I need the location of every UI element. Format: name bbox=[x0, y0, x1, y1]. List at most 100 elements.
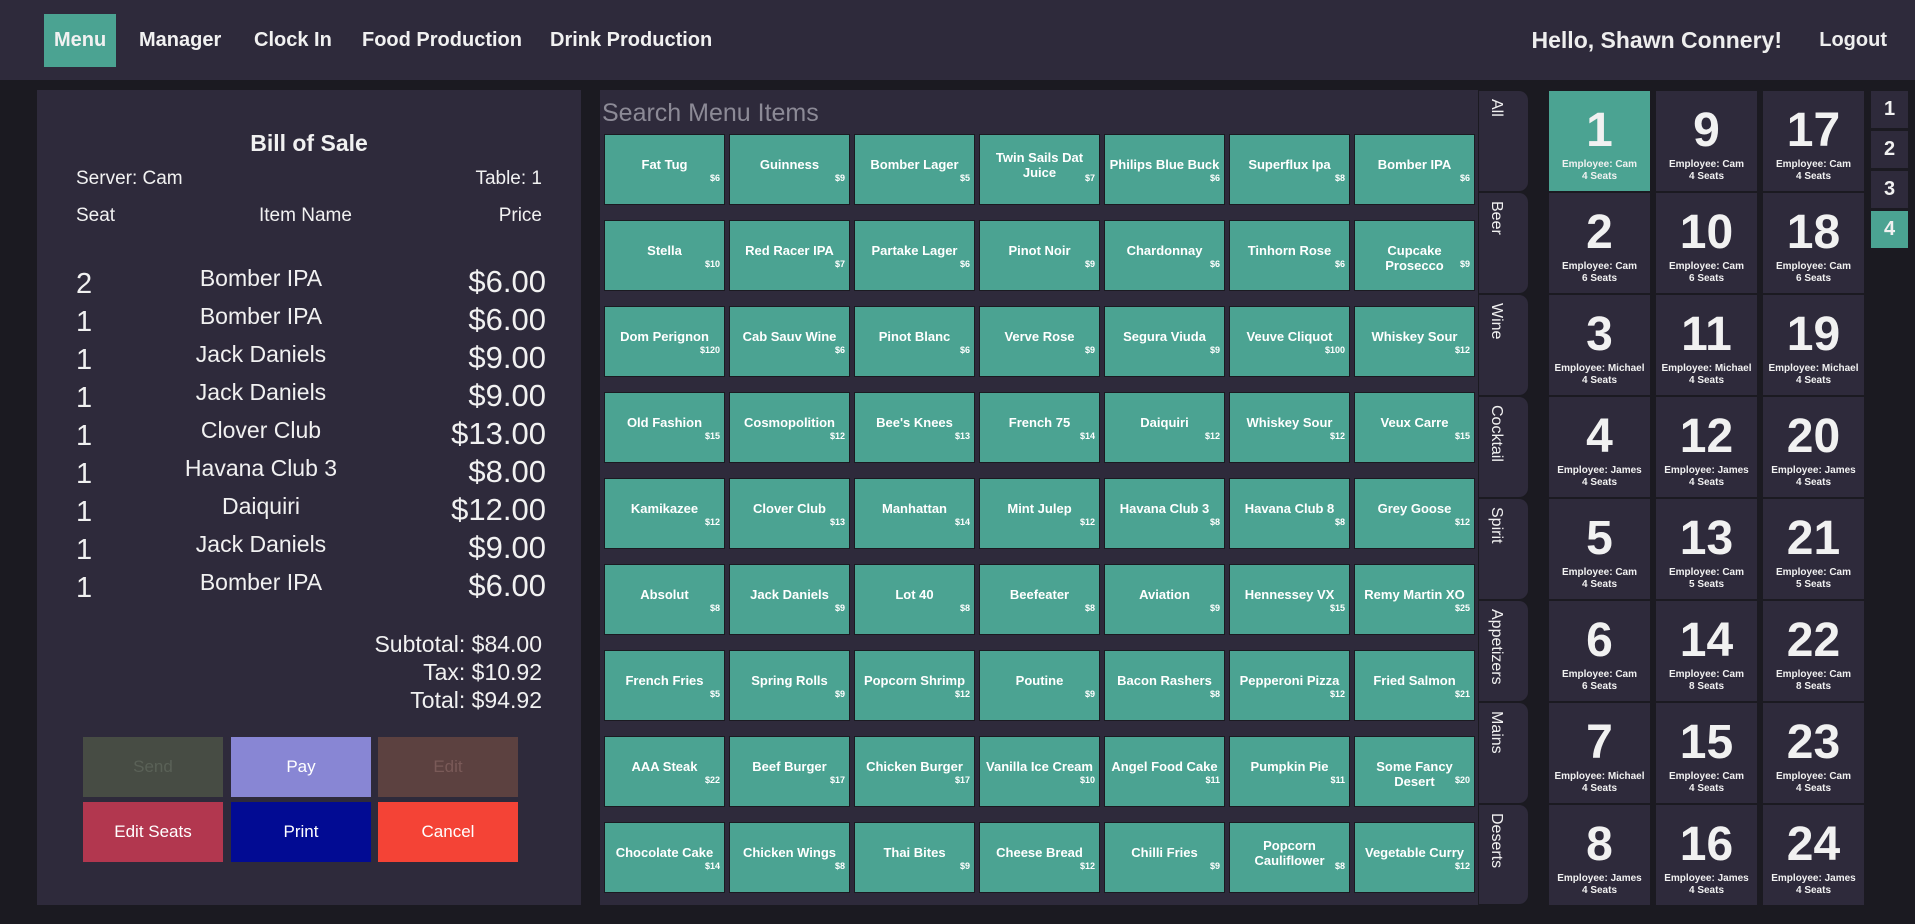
menu-item-button[interactable]: Fried Salmon $21 bbox=[1354, 650, 1475, 721]
table-page-tab[interactable]: 1 bbox=[1871, 91, 1908, 128]
menu-item-button[interactable]: Guinness $9 bbox=[729, 134, 850, 205]
nav-food-production[interactable]: Food Production bbox=[362, 14, 522, 67]
menu-item-button[interactable]: Chicken Burger $17 bbox=[854, 736, 975, 807]
menu-item-button[interactable]: Pinot Blanc $6 bbox=[854, 306, 975, 377]
menu-item-button[interactable]: Red Racer IPA $7 bbox=[729, 220, 850, 291]
table-button[interactable]: 16 Employee: James 4 Seats bbox=[1655, 804, 1758, 906]
menu-item-button[interactable]: Cosmopolition $12 bbox=[729, 392, 850, 463]
table-button[interactable]: 22 Employee: Cam 8 Seats bbox=[1762, 600, 1865, 702]
menu-item-button[interactable]: Havana Club 3 $8 bbox=[1104, 478, 1225, 549]
table-button[interactable]: 8 Employee: James 4 Seats bbox=[1548, 804, 1651, 906]
table-button[interactable]: 13 Employee: Cam 5 Seats bbox=[1655, 498, 1758, 600]
menu-item-button[interactable]: Veux Carre $15 bbox=[1354, 392, 1475, 463]
menu-item-button[interactable]: Spring Rolls $9 bbox=[729, 650, 850, 721]
table-button[interactable]: 5 Employee: Cam 4 Seats bbox=[1548, 498, 1651, 600]
menu-item-button[interactable]: Grey Goose $12 bbox=[1354, 478, 1475, 549]
table-button[interactable]: 4 Employee: James 4 Seats bbox=[1548, 396, 1651, 498]
menu-item-button[interactable]: Chocolate Cake $14 bbox=[604, 822, 725, 893]
menu-item-button[interactable]: Beefeater $8 bbox=[979, 564, 1100, 635]
table-page-tab[interactable]: 2 bbox=[1871, 131, 1908, 168]
menu-item-button[interactable]: Pepperoni Pizza $12 bbox=[1229, 650, 1350, 721]
menu-item-button[interactable]: Hennessey VX $15 bbox=[1229, 564, 1350, 635]
bill-item-row[interactable]: 1 Jack Daniels $9.00 bbox=[76, 336, 546, 377]
menu-item-button[interactable]: Angel Food Cake $11 bbox=[1104, 736, 1225, 807]
table-button[interactable]: 10 Employee: Cam 6 Seats bbox=[1655, 192, 1758, 294]
menu-item-button[interactable]: Bomber IPA $6 bbox=[1354, 134, 1475, 205]
table-button[interactable]: 19 Employee: Michael 4 Seats bbox=[1762, 294, 1865, 396]
menu-item-button[interactable]: Cupcake Prosecco $9 bbox=[1354, 220, 1475, 291]
category-tab-beer[interactable]: Beer bbox=[1478, 192, 1529, 294]
menu-item-button[interactable]: AAA Steak $22 bbox=[604, 736, 725, 807]
menu-item-button[interactable]: Chilli Fries $9 bbox=[1104, 822, 1225, 893]
menu-item-button[interactable]: Aviation $9 bbox=[1104, 564, 1225, 635]
menu-item-button[interactable]: Remy Martin XO $25 bbox=[1354, 564, 1475, 635]
menu-item-button[interactable]: Pinot Noir $9 bbox=[979, 220, 1100, 291]
logout-link[interactable]: Logout bbox=[1819, 14, 1887, 67]
menu-item-button[interactable]: Chicken Wings $8 bbox=[729, 822, 850, 893]
category-tab-all[interactable]: All bbox=[1478, 90, 1529, 192]
table-button[interactable]: 21 Employee: Cam 5 Seats bbox=[1762, 498, 1865, 600]
table-page-tab[interactable]: 4 bbox=[1871, 211, 1908, 248]
menu-item-button[interactable]: Vegetable Curry $12 bbox=[1354, 822, 1475, 893]
menu-item-button[interactable]: Fat Tug $6 bbox=[604, 134, 725, 205]
menu-item-button[interactable]: French Fries $5 bbox=[604, 650, 725, 721]
menu-item-button[interactable]: Thai Bites $9 bbox=[854, 822, 975, 893]
menu-item-button[interactable]: Poutine $9 bbox=[979, 650, 1100, 721]
menu-item-button[interactable]: Whiskey Sour $12 bbox=[1354, 306, 1475, 377]
bill-item-row[interactable]: 1 Bomber IPA $6.00 bbox=[76, 564, 546, 605]
table-button[interactable]: 14 Employee: Cam 8 Seats bbox=[1655, 600, 1758, 702]
menu-item-button[interactable]: Veuve Cliquot $100 bbox=[1229, 306, 1350, 377]
menu-item-button[interactable]: Segura Viuda $9 bbox=[1104, 306, 1225, 377]
menu-item-button[interactable]: Kamikazee $12 bbox=[604, 478, 725, 549]
category-tab-deserts[interactable]: Deserts bbox=[1478, 804, 1529, 905]
table-button[interactable]: 15 Employee: Cam 4 Seats bbox=[1655, 702, 1758, 804]
menu-item-button[interactable]: Chardonnay $6 bbox=[1104, 220, 1225, 291]
bill-item-row[interactable]: 1 Jack Daniels $9.00 bbox=[76, 526, 546, 567]
category-tab-cocktail[interactable]: Cocktail bbox=[1478, 396, 1529, 498]
nav-manager[interactable]: Manager bbox=[139, 14, 221, 67]
bill-item-row[interactable]: 1 Clover Club $13.00 bbox=[76, 412, 546, 453]
table-button[interactable]: 1 Employee: Cam 4 Seats bbox=[1548, 90, 1651, 192]
table-button[interactable]: 12 Employee: James 4 Seats bbox=[1655, 396, 1758, 498]
category-tab-appetizers[interactable]: Appetizers bbox=[1478, 600, 1529, 702]
menu-item-button[interactable]: Some Fancy Desert $20 bbox=[1354, 736, 1475, 807]
menu-item-button[interactable]: Bacon Rashers $8 bbox=[1104, 650, 1225, 721]
menu-item-button[interactable]: Jack Daniels $9 bbox=[729, 564, 850, 635]
menu-item-button[interactable]: Pumpkin Pie $11 bbox=[1229, 736, 1350, 807]
menu-item-button[interactable]: Superflux Ipa $8 bbox=[1229, 134, 1350, 205]
menu-item-button[interactable]: Absolut $8 bbox=[604, 564, 725, 635]
bill-item-row[interactable]: 1 Bomber IPA $6.00 bbox=[76, 298, 546, 339]
menu-item-button[interactable]: Verve Rose $9 bbox=[979, 306, 1100, 377]
nav-drink-production[interactable]: Drink Production bbox=[550, 14, 712, 67]
menu-item-button[interactable]: Cheese Bread $12 bbox=[979, 822, 1100, 893]
table-button[interactable]: 24 Employee: James 4 Seats bbox=[1762, 804, 1865, 906]
table-button[interactable]: 7 Employee: Michael 4 Seats bbox=[1548, 702, 1651, 804]
menu-item-button[interactable]: Whiskey Sour $12 bbox=[1229, 392, 1350, 463]
bill-item-row[interactable]: 1 Havana Club 3 $8.00 bbox=[76, 450, 546, 491]
menu-item-button[interactable]: Beef Burger $17 bbox=[729, 736, 850, 807]
menu-item-button[interactable]: Daiquiri $12 bbox=[1104, 392, 1225, 463]
table-button[interactable]: 3 Employee: Michael 4 Seats bbox=[1548, 294, 1651, 396]
category-tab-wine[interactable]: Wine bbox=[1478, 294, 1529, 396]
table-button[interactable]: 2 Employee: Cam 6 Seats bbox=[1548, 192, 1651, 294]
nav-clock-in[interactable]: Clock In bbox=[254, 14, 332, 67]
table-button[interactable]: 17 Employee: Cam 4 Seats bbox=[1762, 90, 1865, 192]
table-button[interactable]: 23 Employee: Cam 4 Seats bbox=[1762, 702, 1865, 804]
pay-button[interactable]: Pay bbox=[231, 737, 371, 797]
menu-item-button[interactable]: Havana Club 8 $8 bbox=[1229, 478, 1350, 549]
table-button[interactable]: 6 Employee: Cam 6 Seats bbox=[1548, 600, 1651, 702]
table-page-tab[interactable]: 3 bbox=[1871, 171, 1908, 208]
category-tab-spirit[interactable]: Spirit bbox=[1478, 498, 1529, 600]
bill-item-row[interactable]: 2 Bomber IPA $6.00 bbox=[76, 260, 546, 301]
edit-button[interactable]: Edit bbox=[378, 737, 518, 797]
menu-item-button[interactable]: Philips Blue Buck $6 bbox=[1104, 134, 1225, 205]
bill-item-row[interactable]: 1 Jack Daniels $9.00 bbox=[76, 374, 546, 415]
menu-item-button[interactable]: Clover Club $13 bbox=[729, 478, 850, 549]
table-button[interactable]: 20 Employee: James 4 Seats bbox=[1762, 396, 1865, 498]
send-button[interactable]: Send bbox=[83, 737, 223, 797]
menu-item-button[interactable]: Vanilla Ice Cream $10 bbox=[979, 736, 1100, 807]
menu-item-button[interactable]: Manhattan $14 bbox=[854, 478, 975, 549]
menu-item-button[interactable]: Bomber Lager $5 bbox=[854, 134, 975, 205]
menu-item-button[interactable]: Stella $10 bbox=[604, 220, 725, 291]
menu-item-button[interactable]: Twin Sails Dat Juice $7 bbox=[979, 134, 1100, 205]
